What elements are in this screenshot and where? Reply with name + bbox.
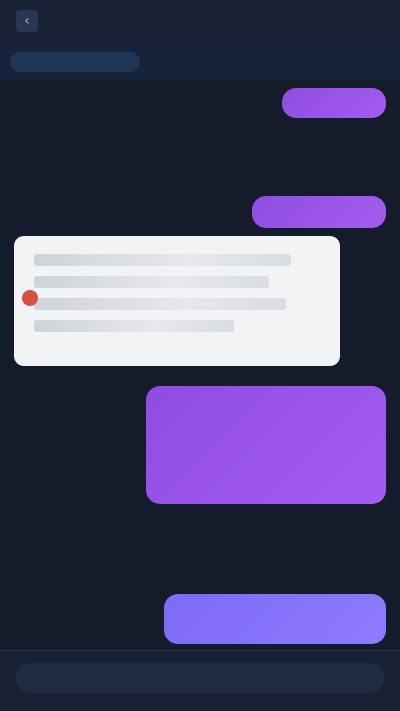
outgoing-message[interactable] (252, 196, 386, 228)
incoming-message[interactable] (18, 128, 158, 184)
card-line (34, 276, 269, 288)
card-line (34, 298, 286, 310)
chevron-left-icon: ‹ (24, 13, 30, 29)
message-input[interactable] (16, 663, 384, 693)
outgoing-message[interactable] (164, 594, 386, 644)
sub-header-pill[interactable] (10, 52, 140, 72)
back-button[interactable]: ‹ (16, 10, 38, 32)
card-line (34, 320, 235, 332)
composer-bar (0, 650, 400, 711)
attachment-card[interactable] (14, 236, 340, 366)
chat-title (70, 10, 310, 32)
incoming-message[interactable] (18, 518, 138, 576)
card-line (34, 254, 292, 266)
marker-icon (22, 290, 38, 306)
top-bar: ‹ (0, 0, 400, 45)
outgoing-message[interactable] (282, 88, 386, 118)
sub-header (0, 44, 400, 80)
outgoing-message[interactable] (146, 386, 386, 504)
